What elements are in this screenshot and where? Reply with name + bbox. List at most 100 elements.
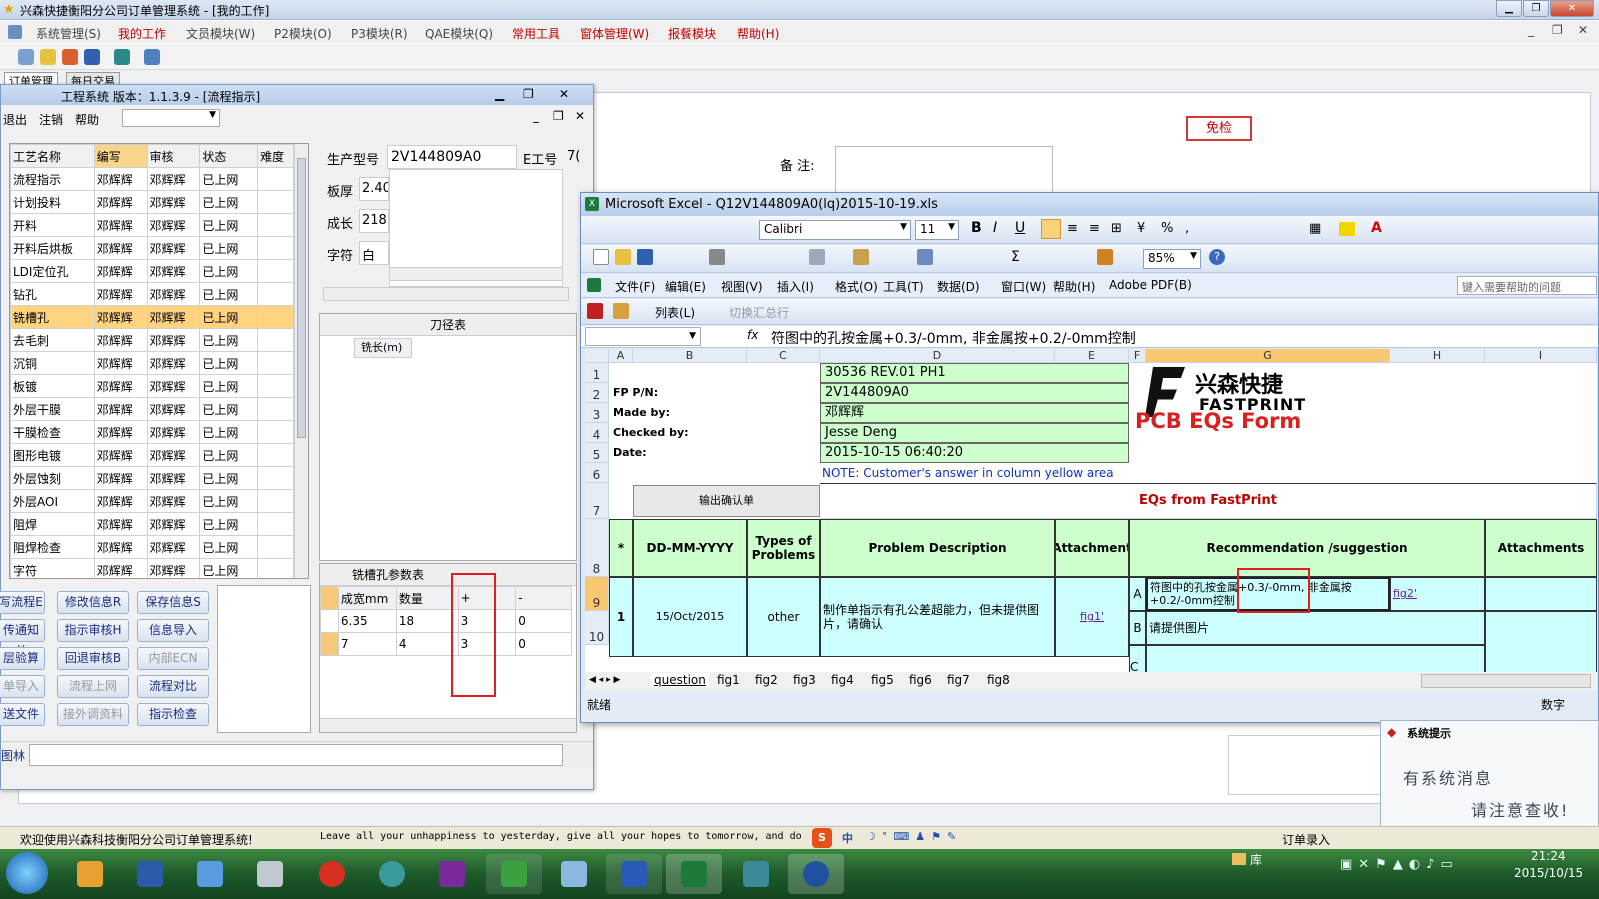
- folder-icon[interactable]: [40, 49, 56, 65]
- list-menu[interactable]: 列表(L): [655, 304, 695, 321]
- process-row[interactable]: 外层AOI 邓辉辉 邓辉辉 已上网: [10, 489, 294, 513]
- column-header[interactable]: A: [609, 349, 633, 363]
- taskbar-app-excel[interactable]: [666, 854, 722, 894]
- eng-button[interactable]: 修改信息R: [57, 591, 129, 614]
- menu-item-qae[interactable]: QAE模块(Q): [425, 25, 493, 42]
- eng-menu-help[interactable]: 帮助: [75, 111, 99, 128]
- excel-menu-item[interactable]: 格式(O): [835, 278, 878, 295]
- model-field[interactable]: 2V144809A0: [387, 145, 517, 169]
- process-row[interactable]: 图形电镀 邓辉辉 邓辉辉 已上网: [10, 443, 294, 467]
- excel-menu-item[interactable]: 视图(V): [721, 278, 763, 295]
- process-row[interactable]: 板镀 邓辉辉 邓辉辉 已上网: [10, 374, 294, 398]
- taskbar-app-red[interactable]: [304, 854, 360, 894]
- process-row[interactable]: 去毛刺 邓辉辉 邓辉辉 已上网: [10, 328, 294, 352]
- char-field[interactable]: 白色: [359, 241, 389, 265]
- process-row[interactable]: 铣槽孔 邓辉辉 邓辉辉 已上网: [10, 305, 294, 329]
- taskbar-app-notes[interactable]: [182, 854, 238, 894]
- col-process-name[interactable]: 工艺名称: [10, 144, 95, 168]
- row-header[interactable]: 5: [585, 443, 609, 463]
- eng-button[interactable]: 信息导入: [137, 619, 209, 642]
- eng-button[interactable]: 送文件: [0, 703, 45, 726]
- child-minimize-icon[interactable]: _: [533, 109, 539, 123]
- sheet-tab[interactable]: fig2: [755, 673, 778, 687]
- currency-icon[interactable]: ¥: [1137, 221, 1145, 236]
- select-all-corner[interactable]: [585, 349, 609, 363]
- paste-icon[interactable]: [853, 249, 869, 265]
- eng-button[interactable]: 层验算: [0, 647, 45, 670]
- lib-folder-icon[interactable]: [1232, 853, 1246, 865]
- borders-icon[interactable]: ▦: [1309, 221, 1321, 236]
- thickness-field[interactable]: 2.40: [359, 177, 389, 201]
- font-color-icon[interactable]: A: [1371, 220, 1382, 236]
- row-header[interactable]: 8: [585, 519, 609, 577]
- pdf-settings-icon[interactable]: [613, 303, 629, 319]
- column-header[interactable]: B: [633, 349, 747, 363]
- clock-time[interactable]: 21:24: [1531, 849, 1566, 863]
- row-header[interactable]: 3: [585, 403, 609, 423]
- excel-menu-item[interactable]: 插入(I): [777, 278, 814, 295]
- row-header[interactable]: 10: [585, 611, 609, 645]
- column-header[interactable]: E: [1055, 349, 1129, 363]
- taskbar-app-calc[interactable]: [242, 854, 298, 894]
- grid-icon[interactable]: [18, 49, 34, 65]
- minimize-button[interactable]: ▁: [1496, 0, 1522, 17]
- taskbar-lib-label[interactable]: 库: [1250, 851, 1262, 868]
- mdi-close-icon[interactable]: ✕: [1578, 23, 1588, 37]
- save-icon[interactable]: [637, 249, 653, 265]
- sheet-tab[interactable]: fig5: [871, 673, 894, 687]
- bold-button[interactable]: B: [971, 220, 982, 236]
- font-name-box[interactable]: Calibri ▼: [759, 220, 911, 240]
- eq-description[interactable]: 制作单指示有孔公差超能力，但未提供图片，请确认: [820, 577, 1055, 657]
- col-difficulty[interactable]: 难度: [257, 144, 294, 168]
- ime-toolbar-icons[interactable]: ☽°⌨♟⚑✎: [866, 830, 962, 843]
- tool-col-header[interactable]: 铣长(m): [354, 338, 412, 358]
- sheet-tab[interactable]: fig8: [987, 673, 1010, 687]
- italic-button[interactable]: I: [993, 220, 997, 236]
- font-size-box[interactable]: 11 ▼: [915, 220, 959, 240]
- process-row[interactable]: 干膜检查 邓辉辉 邓辉辉 已上网: [10, 420, 294, 444]
- col-author[interactable]: 编写: [93, 144, 148, 168]
- eng-button[interactable]: 流程对比: [137, 675, 209, 698]
- slot-col-width[interactable]: 成宽mm: [337, 586, 397, 610]
- menu-item-meal[interactable]: 报餐模块: [668, 25, 716, 42]
- menu-item-help[interactable]: 帮助(H): [737, 25, 779, 42]
- fill-color-icon[interactable]: [1339, 222, 1355, 236]
- recycle-icon[interactable]: [62, 49, 78, 65]
- row-header[interactable]: 4: [585, 423, 609, 443]
- cut-icon[interactable]: [809, 249, 825, 265]
- info-h-scrollbar[interactable]: [389, 267, 563, 281]
- column-header[interactable]: D: [820, 349, 1055, 363]
- child-close-icon[interactable]: ✕: [575, 109, 585, 123]
- child-restore-icon[interactable]: ❐: [553, 109, 564, 123]
- comma-icon[interactable]: ,: [1185, 221, 1189, 236]
- col-reviewer[interactable]: 审核: [146, 144, 201, 168]
- process-row[interactable]: 字符 邓辉辉 邓辉辉 已上网: [10, 558, 294, 578]
- slot-col-minus[interactable]: -: [515, 586, 572, 610]
- process-row[interactable]: 开料后烘板 邓辉辉 邓辉辉 已上网: [10, 236, 294, 260]
- menu-item-p2[interactable]: P2模块(O): [274, 25, 332, 42]
- column-header[interactable]: F: [1129, 349, 1146, 363]
- attachments-cell[interactable]: [1485, 611, 1597, 672]
- maximize-button[interactable]: ❐: [1523, 0, 1549, 17]
- value-made_by[interactable]: 邓辉辉: [820, 403, 1129, 423]
- eng-close-icon[interactable]: ✕: [559, 87, 569, 101]
- sheet-tab[interactable]: question: [651, 673, 709, 687]
- process-row[interactable]: 阻焊检查 邓辉辉 邓辉辉 已上网: [10, 535, 294, 559]
- process-row[interactable]: 沉铜 邓辉辉 邓辉辉 已上网: [10, 351, 294, 375]
- clock-date[interactable]: 2015/10/15: [1514, 866, 1583, 880]
- tray-icons[interactable]: ▣✕⚑▲◐♪▭: [1340, 857, 1459, 872]
- excel-menu-item[interactable]: 文件(F): [615, 278, 655, 295]
- value-checked_by[interactable]: Jesse Deng: [820, 423, 1129, 443]
- excel-menu-item[interactable]: 窗口(W): [1001, 278, 1046, 295]
- start-button[interactable]: [6, 852, 48, 894]
- mdi-restore-icon[interactable]: ❐: [1552, 23, 1563, 37]
- taskbar-app-globe[interactable]: [788, 854, 844, 894]
- eq-number[interactable]: 1: [609, 577, 633, 657]
- eng-maximize-icon[interactable]: ❐: [523, 87, 534, 101]
- sheet-nav-arrows[interactable]: ◀ ◂ ▸ ▶: [589, 675, 620, 685]
- help-search-box[interactable]: 键入需要帮助的问题: [1457, 276, 1597, 295]
- eng-button[interactable]: 指示检查: [137, 703, 209, 726]
- pdf-icon[interactable]: [587, 303, 603, 319]
- align-left-icon[interactable]: [1041, 219, 1061, 239]
- align-right-icon[interactable]: ≡: [1089, 221, 1100, 236]
